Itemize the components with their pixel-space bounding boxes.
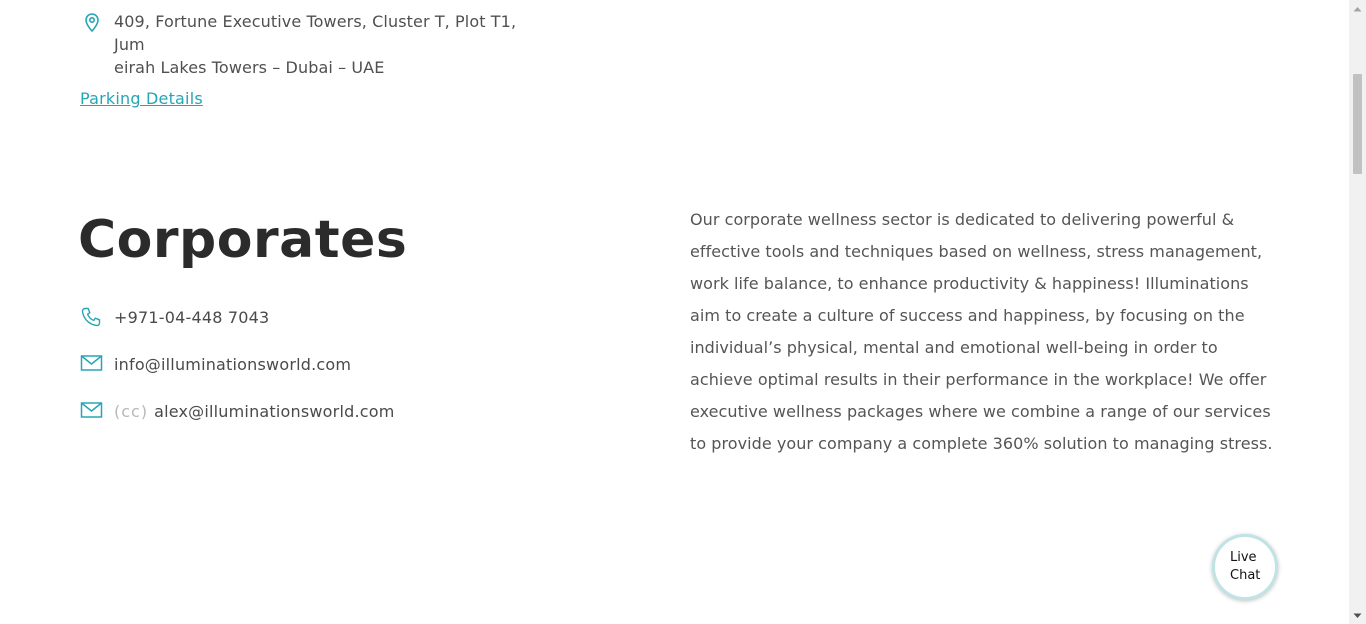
phone-row[interactable]: +971-04-448 7043 bbox=[80, 305, 269, 329]
address-line-1: 409, Fortune Executive Towers, Cluster T… bbox=[114, 12, 517, 54]
corporates-description: Our corporate wellness sector is dedicat… bbox=[690, 210, 1273, 453]
section-title: Corporates bbox=[78, 210, 408, 270]
vertical-scrollbar[interactable] bbox=[1349, 0, 1366, 624]
live-chat-label-line-1: Live bbox=[1230, 550, 1257, 565]
mail-icon bbox=[80, 352, 104, 376]
live-chat-label-line-2: Chat bbox=[1230, 568, 1261, 583]
parking-details-link[interactable]: Parking Details bbox=[80, 89, 203, 108]
cc-email-row[interactable]: (cc) alex@illuminationsworld.com bbox=[80, 399, 395, 423]
email-row[interactable]: info@illuminationsworld.com bbox=[80, 352, 351, 376]
cc-label: (cc) bbox=[114, 401, 149, 421]
page: 409, Fortune Executive Towers, Cluster T… bbox=[0, 0, 1349, 624]
phone-number[interactable]: +971-04-448 7043 bbox=[114, 308, 269, 327]
scrollbar-thumb[interactable] bbox=[1353, 74, 1362, 174]
scroll-up-icon[interactable] bbox=[1349, 0, 1366, 17]
scroll-down-icon[interactable] bbox=[1349, 607, 1366, 624]
email-address[interactable]: info@illuminationsworld.com bbox=[114, 355, 351, 374]
address-block: 409, Fortune Executive Towers, Cluster T… bbox=[80, 10, 550, 79]
address-text: 409, Fortune Executive Towers, Cluster T… bbox=[114, 10, 550, 79]
phone-icon bbox=[80, 305, 104, 329]
mail-icon bbox=[80, 399, 104, 423]
live-chat-button[interactable]: Live Chat bbox=[1212, 534, 1278, 600]
address-line-2: eirah Lakes Towers – Dubai – UAE bbox=[114, 58, 385, 77]
cc-email-address[interactable]: alex@illuminationsworld.com bbox=[154, 402, 394, 421]
map-pin-icon bbox=[80, 10, 104, 34]
